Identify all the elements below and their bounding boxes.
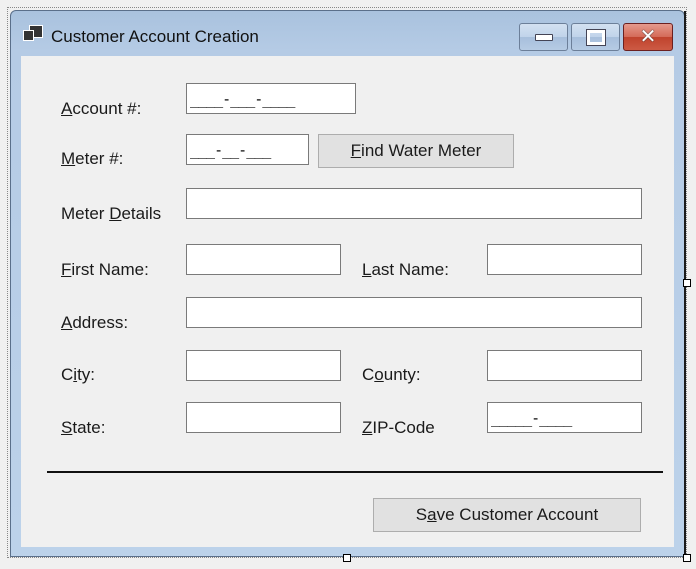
meter-number-input[interactable]: ___-__-___: [186, 134, 309, 165]
address-input[interactable]: [186, 297, 642, 328]
state-label-mnemonic: S: [61, 418, 73, 437]
state-label-text: tate:: [72, 418, 106, 437]
city-input[interactable]: [186, 350, 341, 381]
find-button-mnemonic: F: [350, 141, 362, 160]
county-input[interactable]: [487, 350, 642, 381]
account-number-input[interactable]: ____-___-____: [186, 83, 356, 114]
county-label-pre: C: [362, 365, 375, 384]
meter-label: Meter #:: [61, 149, 123, 169]
first-name-input[interactable]: [186, 244, 341, 275]
account-label-mnemonic: A: [61, 99, 73, 118]
find-water-meter-button[interactable]: Find Water Meter: [318, 134, 514, 168]
close-button[interactable]: ✕: [623, 23, 673, 51]
last-name-label: Last Name:: [362, 260, 449, 280]
maximize-button[interactable]: [571, 23, 620, 51]
first-name-label-mnemonic: F: [61, 260, 72, 279]
maximize-icon: [585, 28, 606, 46]
minimize-icon: [534, 33, 553, 41]
last-name-input[interactable]: [487, 244, 642, 275]
meter-details-label-mnemonic: D: [109, 204, 122, 223]
resize-handle-bottom-right[interactable]: [683, 554, 691, 562]
city-label: City:: [61, 365, 95, 385]
state-input[interactable]: [186, 402, 341, 433]
find-button-label: ind Water Meter: [361, 141, 482, 160]
form-client-area: Account #: ____-___-____ Meter #: ___-__…: [21, 56, 674, 547]
meter-label-text: eter #:: [75, 149, 124, 168]
address-label-mnemonic: A: [61, 313, 73, 332]
account-label-text: ccount #:: [72, 99, 142, 118]
state-label: State:: [61, 418, 105, 438]
meter-details-input[interactable]: [186, 188, 642, 219]
zip-label-mnemonic: Z: [362, 418, 373, 437]
close-icon: ✕: [639, 26, 657, 48]
city-label-pre: C: [61, 365, 74, 384]
meter-details-label: Meter Details: [61, 204, 161, 224]
minimize-button[interactable]: [519, 23, 568, 51]
form-window: Customer Account Creation ✕ Account #: _…: [10, 10, 686, 557]
zip-code-input[interactable]: _____-____: [487, 402, 642, 433]
separator-line: [47, 471, 663, 473]
zip-label-text: IP-Code: [372, 418, 435, 437]
save-button-label: ve Customer Account: [436, 505, 599, 524]
resize-handle-right[interactable]: [683, 279, 691, 287]
window-app-icon: [23, 25, 43, 43]
county-label: County:: [362, 365, 421, 385]
first-name-label-text: irst Name:: [71, 260, 149, 279]
save-customer-account-button[interactable]: Sa ve Customer Account: [373, 498, 641, 532]
county-label-text: unty:: [383, 365, 421, 384]
county-label-mnemonic: o: [374, 365, 384, 384]
first-name-label: First Name:: [61, 260, 149, 280]
city-label-text: ty:: [77, 365, 96, 384]
last-name-label-text: ast Name:: [371, 260, 449, 279]
zip-code-label: ZIP-Code: [362, 418, 435, 438]
resize-handle-bottom[interactable]: [343, 554, 351, 562]
address-label-text: ddress:: [72, 313, 129, 332]
meter-details-label-pre: Meter: [61, 204, 110, 223]
address-label: Address:: [61, 313, 128, 333]
meter-details-label-text: etails: [121, 204, 162, 223]
window-title: Customer Account Creation: [51, 27, 259, 46]
account-label: Account #:: [61, 99, 141, 119]
meter-label-mnemonic: M: [61, 149, 76, 168]
save-button-mnemonic: a: [427, 505, 437, 524]
save-button-label-pre: S: [415, 505, 428, 524]
